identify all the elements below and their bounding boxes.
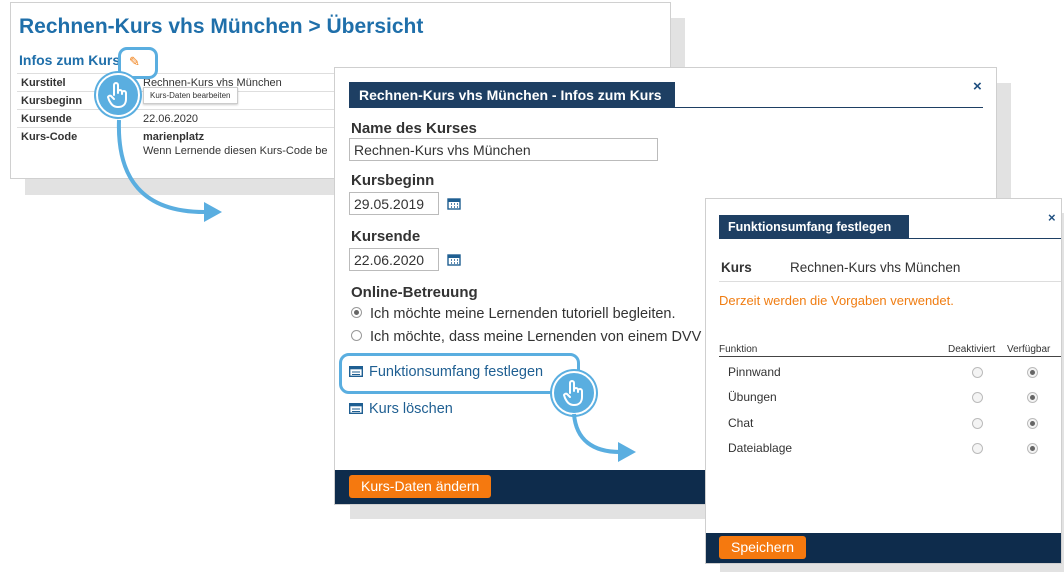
tap-hand-icon xyxy=(552,371,596,415)
support-option-label: Ich möchte meine Lernenden tutoriell beg… xyxy=(370,306,676,322)
course-value: Rechnen-Kurs vhs München xyxy=(790,260,961,275)
edit-tooltip: Kurs-Daten bearbeiten xyxy=(143,87,238,104)
available-radio[interactable] xyxy=(1027,443,1038,454)
radio-selected[interactable] xyxy=(351,307,362,318)
start-label: Kursbeginn xyxy=(351,172,435,189)
header-divider xyxy=(719,238,1061,239)
start-date-input[interactable]: 29.05.2019 xyxy=(349,192,439,215)
radio-unselected[interactable] xyxy=(351,330,362,341)
save-button[interactable]: Speichern xyxy=(719,536,807,559)
warning-text: Derzeit werden die Vorgaben verwendet. xyxy=(719,293,954,308)
function-name: Übungen xyxy=(728,390,777,404)
support-option-label: Ich möchte, dass meine Lernenden von ein… xyxy=(370,329,702,345)
table-header-divider xyxy=(719,356,1061,357)
function-name: Dateiablage xyxy=(728,441,793,455)
name-label: Name des Kurses xyxy=(351,120,477,137)
flow-arrow-icon xyxy=(116,119,222,222)
section-title: Infos zum Kurs xyxy=(19,52,121,68)
function-name: Pinnwand xyxy=(728,365,781,379)
disabled-radio[interactable] xyxy=(972,367,983,378)
calendar-icon[interactable] xyxy=(447,197,461,210)
row-key: Kurs-Code xyxy=(21,131,78,143)
support-option[interactable]: Ich möchte meine Lernenden tutoriell beg… xyxy=(351,306,676,322)
row-key: Kurstitel xyxy=(21,77,66,89)
delete-link-label: Kurs löschen xyxy=(369,401,453,417)
column-header-available: Verfügbar xyxy=(1007,344,1051,355)
function-name: Chat xyxy=(728,416,754,430)
disabled-radio[interactable] xyxy=(972,443,983,454)
course-name-input[interactable]: Rechnen-Kurs vhs München xyxy=(349,138,658,161)
course-label: Kurs xyxy=(721,260,752,275)
dialog-title: Funktionsumfang festlegen xyxy=(719,215,909,239)
page-title: Rechnen-Kurs vhs München > Übersicht xyxy=(19,15,424,38)
course-row: Kurs Rechnen-Kurs vhs München xyxy=(719,257,1061,282)
calendar-icon[interactable] xyxy=(447,253,461,266)
disabled-radio[interactable] xyxy=(972,418,983,429)
flow-arrow-icon xyxy=(572,413,636,462)
row-key: Kursende xyxy=(21,113,72,125)
delete-course-link[interactable]: Kurs löschen xyxy=(348,401,453,417)
close-icon[interactable]: × xyxy=(1048,210,1056,225)
list-icon xyxy=(348,402,364,415)
available-radio[interactable] xyxy=(1027,418,1038,429)
row-key: Kursbeginn xyxy=(21,95,83,107)
available-radio[interactable] xyxy=(1027,367,1038,378)
pencil-icon[interactable]: ✎ xyxy=(129,54,140,70)
support-option[interactable]: Ich möchte, dass meine Lernenden von ein… xyxy=(351,329,701,345)
end-label: Kursende xyxy=(351,228,421,245)
close-icon[interactable]: × xyxy=(973,78,982,95)
available-radio[interactable] xyxy=(1027,392,1038,403)
column-header-disabled: Deaktiviert xyxy=(948,344,996,355)
features-highlight-ring xyxy=(339,353,580,394)
tap-hand-icon xyxy=(96,73,140,117)
support-label: Online-Betreuung xyxy=(351,284,478,301)
column-header-function: Funktion xyxy=(719,344,758,355)
end-date-input[interactable]: 22.06.2020 xyxy=(349,248,439,271)
features-dialog: Funktionsumfang festlegen × Kurs Rechnen… xyxy=(705,198,1062,564)
dialog-title: Rechnen-Kurs vhs München - Infos zum Kur… xyxy=(349,82,675,108)
save-course-button[interactable]: Kurs-Daten ändern xyxy=(349,475,492,498)
disabled-radio[interactable] xyxy=(972,392,983,403)
header-divider xyxy=(349,107,983,108)
